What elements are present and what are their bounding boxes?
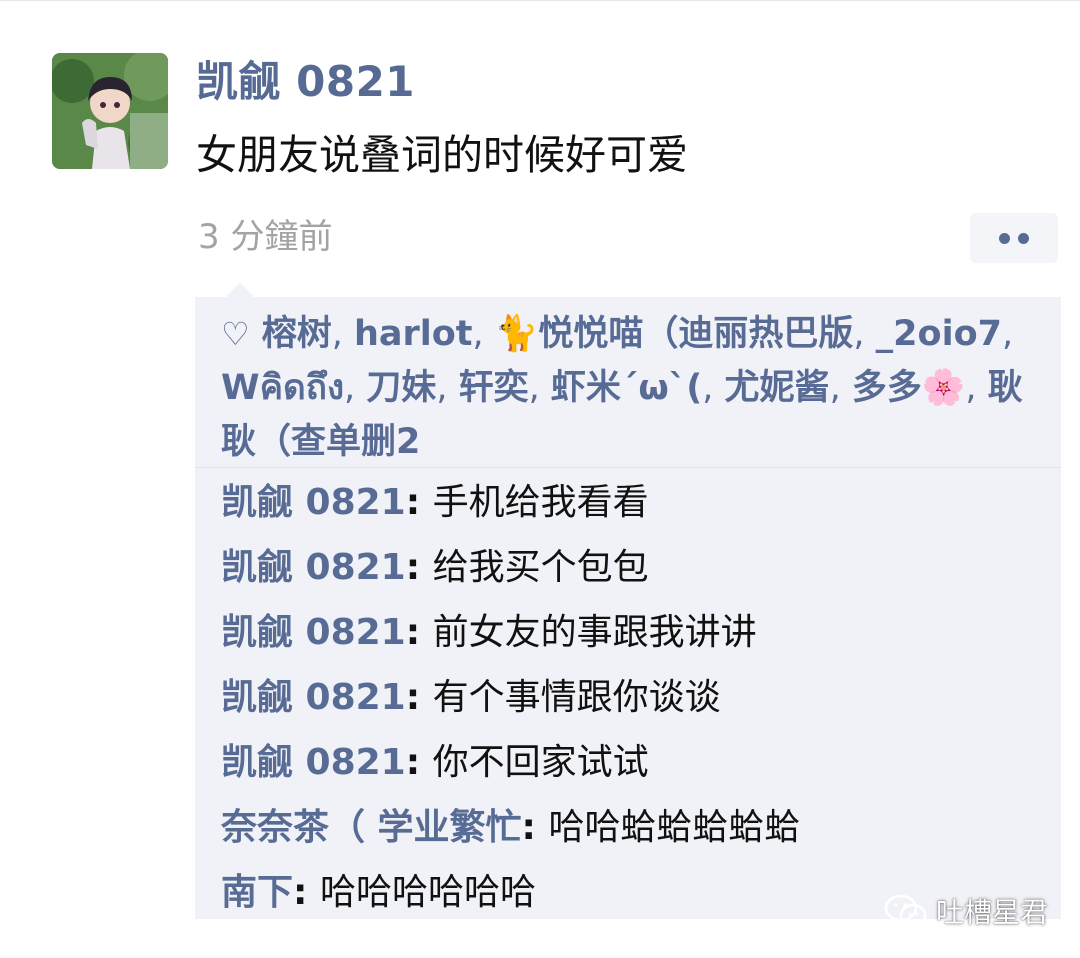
liker-name[interactable]: _2oio7 bbox=[876, 314, 1002, 354]
wechat-logo-icon bbox=[884, 894, 927, 927]
liker-name[interactable]: 刀妹 bbox=[366, 368, 436, 408]
comment-colon: : bbox=[293, 872, 320, 913]
comment-row[interactable]: 凯觎 0821: 手机给我看看 bbox=[221, 475, 1051, 540]
comment-author[interactable]: 凯觎 0821 bbox=[221, 742, 406, 783]
comment-text: 哈哈哈哈哈哈 bbox=[319, 872, 536, 913]
watermark-text: 吐槽星君 bbox=[936, 896, 1049, 929]
more-button[interactable] bbox=[970, 213, 1058, 263]
comment-colon: : bbox=[405, 547, 433, 588]
comment-colon: : bbox=[405, 482, 433, 523]
comments-list: 凯觎 0821: 手机给我看看 凯觎 0821: 给我买个包包 凯觎 0821: 前… bbox=[221, 475, 1051, 930]
panel-arrow bbox=[226, 283, 254, 297]
comment-text: 手机给我看看 bbox=[432, 482, 649, 523]
comment-author[interactable]: 南下 bbox=[221, 872, 293, 913]
liker-name[interactable]: 🐈悦悦喵（迪丽热巴版 bbox=[495, 314, 854, 354]
avatar[interactable] bbox=[52, 53, 168, 169]
liker-separator: , bbox=[528, 368, 551, 408]
likes-names: 榕树, harlot, 🐈悦悦喵（迪丽热巴版, _2oio7, Wคิดถึง,… bbox=[221, 314, 1023, 462]
comment-colon: : bbox=[405, 742, 433, 783]
comment-text: 哈哈蛤蛤蛤蛤蛤 bbox=[548, 807, 801, 848]
anime-character-avatar-icon bbox=[52, 53, 168, 169]
comment-row[interactable]: 凯觎 0821: 你不回家试试 bbox=[221, 735, 1051, 800]
post-text: 女朋友说叠词的时候好可爱 bbox=[196, 131, 688, 179]
comment-author[interactable]: 凯觎 0821 bbox=[221, 612, 406, 653]
likes-list: ♡ 榕树, harlot, 🐈悦悦喵（迪丽热巴版, _2oio7, Wคิดถึง… bbox=[195, 297, 1061, 467]
more-dots-icon bbox=[999, 232, 1010, 244]
watermark: 吐槽星君 bbox=[884, 891, 1048, 931]
liker-name[interactable]: 多多🌸 bbox=[852, 368, 966, 408]
liker-separator: , bbox=[965, 368, 988, 408]
liker-separator: , bbox=[829, 368, 852, 408]
heart-outline-icon: ♡ bbox=[221, 315, 250, 353]
moments-post: 凯觎 0821 女朋友说叠词的时候好可爱 3 分鐘前 ♡ 榕树, harlot, … bbox=[0, 0, 1080, 958]
comment-text: 你不回家试试 bbox=[432, 742, 649, 783]
comment-author[interactable]: 凯觎 0821 bbox=[221, 677, 406, 718]
liker-separator: , bbox=[1001, 314, 1014, 354]
comment-colon: : bbox=[405, 612, 433, 653]
comment-row[interactable]: 凯觎 0821: 给我买个包包 bbox=[221, 540, 1051, 605]
liker-name[interactable]: 榕树 bbox=[262, 314, 332, 354]
liker-name[interactable]: harlot bbox=[354, 314, 473, 354]
liker-separator: , bbox=[436, 368, 459, 408]
post-author-name[interactable]: 凯觎 0821 bbox=[196, 57, 415, 107]
interaction-panel: ♡ 榕树, harlot, 🐈悦悦喵（迪丽热巴版, _2oio7, Wคิดถึง… bbox=[195, 297, 1061, 919]
comment-text: 有个事情跟你谈谈 bbox=[432, 677, 721, 718]
liker-name[interactable]: 虾米´ω`( bbox=[551, 368, 702, 408]
comment-colon: : bbox=[521, 807, 549, 848]
liker-name[interactable]: Wคิดถึง bbox=[221, 368, 344, 408]
comment-author[interactable]: 奈奈茶（ 学业繁忙 bbox=[221, 807, 522, 848]
liker-separator: , bbox=[472, 314, 495, 354]
comment-text: 给我买个包包 bbox=[432, 547, 649, 588]
liker-separator: , bbox=[853, 314, 876, 354]
liker-name[interactable]: 轩奕 bbox=[459, 368, 529, 408]
post-timestamp: 3 分鐘前 bbox=[198, 217, 333, 257]
comment-row[interactable]: 凯觎 0821: 有个事情跟你谈谈 bbox=[221, 670, 1051, 735]
liker-separator: , bbox=[331, 314, 354, 354]
more-dots-icon bbox=[1018, 232, 1029, 244]
liker-name[interactable]: 尤妮酱 bbox=[725, 368, 830, 408]
comment-text: 前女友的事跟我讲讲 bbox=[432, 612, 757, 653]
comment-author[interactable]: 凯觎 0821 bbox=[221, 482, 406, 523]
comment-row[interactable]: 凯觎 0821: 前女友的事跟我讲讲 bbox=[221, 605, 1051, 670]
liker-separator: , bbox=[702, 368, 725, 408]
divider bbox=[195, 467, 1061, 468]
comment-author[interactable]: 凯觎 0821 bbox=[221, 547, 406, 588]
comment-row[interactable]: 奈奈茶（ 学业繁忙: 哈哈蛤蛤蛤蛤蛤 bbox=[221, 800, 1051, 865]
liker-separator: , bbox=[344, 368, 367, 408]
comment-colon: : bbox=[405, 677, 433, 718]
